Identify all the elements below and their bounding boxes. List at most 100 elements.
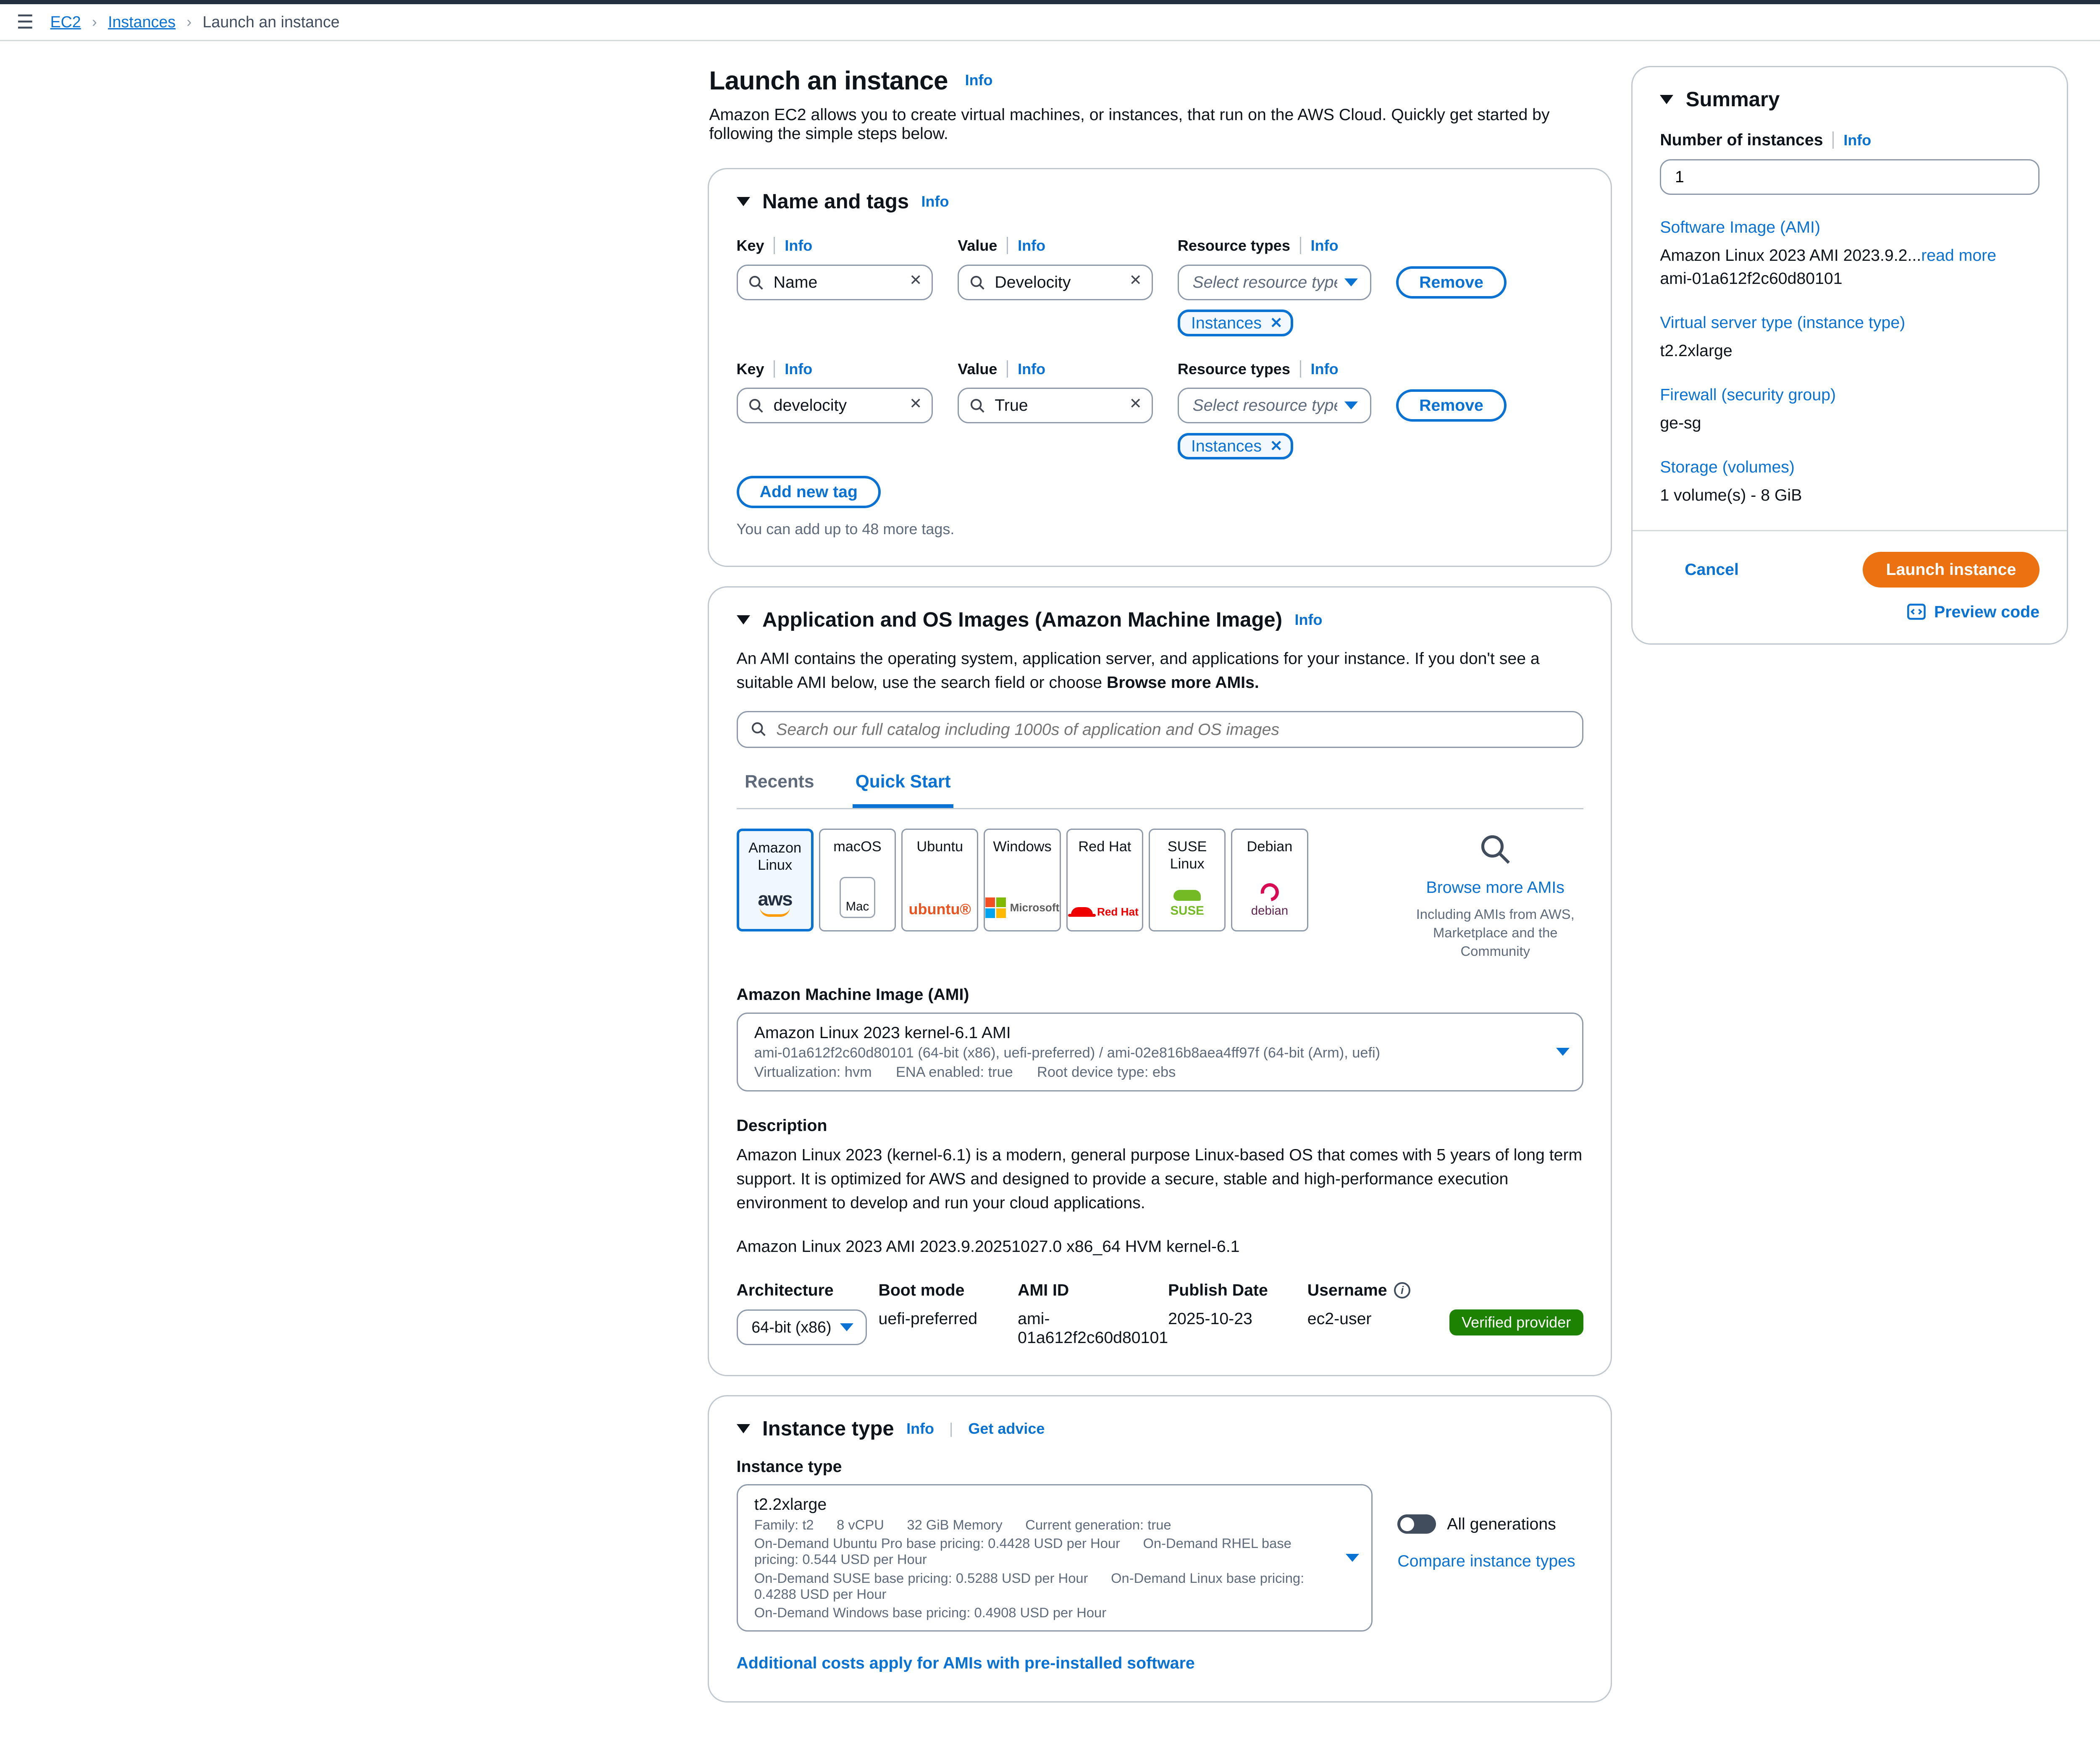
os-card-macos[interactable]: macOS Mac xyxy=(819,829,896,931)
collapse-caret-icon xyxy=(737,197,750,206)
caret-down-icon xyxy=(1346,1554,1359,1562)
remove-tag-button[interactable]: Remove xyxy=(1396,389,1507,422)
preview-code-link[interactable]: Preview code xyxy=(1934,603,2040,622)
clear-icon[interactable]: ✕ xyxy=(909,395,922,412)
resource-types-info-link[interactable]: Info xyxy=(1300,360,1339,378)
add-new-tag-button[interactable]: Add new tag xyxy=(737,476,881,508)
tab-recents[interactable]: Recents xyxy=(742,759,817,808)
toggle-knob xyxy=(1400,1517,1414,1531)
os-card-label: Ubuntu xyxy=(916,838,963,855)
all-generations-toggle[interactable] xyxy=(1397,1514,1436,1534)
value-info-link[interactable]: Info xyxy=(1007,360,1045,378)
instance-type-header[interactable]: Instance type Info | Get advice xyxy=(737,1417,1583,1440)
tag-value-field[interactable] xyxy=(958,388,1153,423)
resource-types-select[interactable]: Select resource types xyxy=(1178,265,1371,300)
software-image-link[interactable]: Software Image (AMI) xyxy=(1660,218,1820,236)
resource-types-info-link[interactable]: Info xyxy=(1300,237,1339,254)
value-column-label: Value xyxy=(958,237,997,254)
os-card-suse-linux[interactable]: SUSE Linux SUSE xyxy=(1149,829,1226,931)
summary-header[interactable]: Summary xyxy=(1660,88,2040,111)
remove-tag-button[interactable]: Remove xyxy=(1396,266,1507,299)
architecture-select[interactable]: 64-bit (x86) xyxy=(737,1309,867,1345)
os-card-amazon-linux[interactable]: Amazon Linux aws xyxy=(737,829,814,931)
storage-value: 1 volume(s) - 8 GiB xyxy=(1660,484,2040,507)
compare-instance-types-link[interactable]: Compare instance types xyxy=(1397,1552,1575,1571)
search-icon xyxy=(748,397,764,414)
resource-type-chip: Instances ✕ xyxy=(1178,310,1294,336)
clear-icon[interactable]: ✕ xyxy=(1129,395,1142,412)
ami-search-input[interactable] xyxy=(737,711,1583,748)
get-advice-link[interactable]: Get advice xyxy=(968,1420,1045,1438)
ami-catalog-search[interactable] xyxy=(737,711,1583,748)
ami-section-header[interactable]: Application and OS Images (Amazon Machin… xyxy=(737,608,1583,632)
key-info-link[interactable]: Info xyxy=(774,237,812,254)
section-info-link[interactable]: Info xyxy=(921,193,949,210)
ami-select[interactable]: Amazon Linux 2023 kernel-6.1 AMI ami-01a… xyxy=(737,1013,1583,1091)
windows-squares-icon xyxy=(985,897,1006,918)
instance-type-select[interactable]: t2.2xlarge Family: t2 8 vCPU 32 GiB Memo… xyxy=(737,1484,1373,1632)
tag-key-field[interactable] xyxy=(737,265,933,300)
number-of-instances-input[interactable] xyxy=(1660,159,2040,195)
info-link[interactable]: Info xyxy=(1832,131,1871,149)
os-card-debian[interactable]: Debian debian xyxy=(1231,829,1308,931)
section-title: Application and OS Images (Amazon Machin… xyxy=(762,608,1282,632)
section-info-link[interactable]: Info xyxy=(1295,611,1323,629)
breadcrumb-link-ec2[interactable]: EC2 xyxy=(50,13,81,31)
browse-more-amis-link[interactable]: Browse more AMIs xyxy=(1426,878,1564,897)
clear-icon[interactable]: ✕ xyxy=(909,271,922,289)
key-column-label: Key xyxy=(737,237,764,254)
tag-key-input[interactable]: ✕ xyxy=(737,388,933,423)
page-info-link[interactable]: Info xyxy=(965,71,993,89)
info-icon[interactable]: i xyxy=(1394,1282,1410,1299)
tag-key-field[interactable] xyxy=(737,388,933,423)
chip-label: Instances xyxy=(1191,437,1262,456)
debian-swirl-icon xyxy=(1257,880,1282,905)
tag-value-input[interactable]: ✕ xyxy=(958,265,1153,300)
breadcrumb-link-instances[interactable]: Instances xyxy=(108,13,176,31)
os-card-label: macOS xyxy=(833,838,882,855)
os-card-ubuntu[interactable]: Ubuntu ubuntu® xyxy=(901,829,978,931)
value-column-label: Value xyxy=(958,360,997,378)
clear-icon[interactable]: ✕ xyxy=(1129,271,1142,289)
os-card-row: Amazon Linux aws macOS Mac Ubuntu xyxy=(737,829,1583,961)
software-image-id: ami-01a612f2c60d80101 xyxy=(1660,269,1842,288)
firewall-link[interactable]: Firewall (security group) xyxy=(1660,386,1836,404)
collapse-caret-icon xyxy=(737,615,750,624)
ami-full-name: Amazon Linux 2023 AMI 2023.9.20251027.0 … xyxy=(737,1237,1583,1256)
search-icon xyxy=(748,274,764,291)
name-and-tags-header[interactable]: Name and tags Info xyxy=(737,190,1583,213)
key-info-link[interactable]: Info xyxy=(774,360,812,378)
summary-panel: Summary Number of instancesInfo Software… xyxy=(1631,66,2068,645)
virtual-server-type-link[interactable]: Virtual server type (instance type) xyxy=(1660,313,1905,332)
instance-type-pricing: On-Demand Ubuntu Pro base pricing: 0.442… xyxy=(754,1535,1331,1567)
tag-value-input[interactable]: ✕ xyxy=(958,388,1153,423)
hamburger-menu-icon[interactable]: ☰ xyxy=(16,13,34,32)
os-card-red-hat[interactable]: Red Hat Red Hat xyxy=(1066,829,1143,931)
header-divider: | xyxy=(949,1420,953,1438)
software-image-value: Amazon Linux 2023 AMI 2023.9.2... xyxy=(1660,246,1921,265)
resource-types-select[interactable]: Select resource types xyxy=(1178,388,1371,423)
chip-dismiss-icon[interactable]: ✕ xyxy=(1270,437,1283,455)
launch-instance-button[interactable]: Launch instance xyxy=(1863,552,2040,587)
breadcrumb-current: Launch an instance xyxy=(202,13,339,31)
read-more-link[interactable]: read more xyxy=(1921,246,1996,265)
browse-more-amis-emphasis: Browse more AMIs. xyxy=(1107,673,1259,692)
os-card-windows[interactable]: Windows Microsoft xyxy=(984,829,1060,931)
value-info-link[interactable]: Info xyxy=(1007,237,1045,254)
architecture-value: 64-bit (x86) xyxy=(751,1318,831,1336)
section-info-link[interactable]: Info xyxy=(906,1420,934,1438)
tab-quick-start[interactable]: Quick Start xyxy=(853,759,953,808)
aws-logo: aws xyxy=(758,888,792,917)
tag-row-headers: KeyInfo ValueInfo Resource typesInfo xyxy=(737,231,1583,256)
instance-type-pricing: On-Demand SUSE base pricing: 0.5288 USD … xyxy=(754,1570,1331,1602)
tag-key-input[interactable]: ✕ xyxy=(737,265,933,300)
browse-more-amis-caption: Including AMIs from AWS, Marketplace and… xyxy=(1407,905,1583,960)
storage-link[interactable]: Storage (volumes) xyxy=(1660,458,1795,476)
caret-down-icon xyxy=(1344,401,1358,409)
additional-costs-link[interactable]: Additional costs apply for AMIs with pre… xyxy=(737,1654,1195,1673)
tag-value-field[interactable] xyxy=(958,265,1153,300)
instance-type-specs: Family: t2 8 vCPU 32 GiB Memory Current … xyxy=(754,1517,1331,1533)
ami-field-label: Amazon Machine Image (AMI) xyxy=(737,985,1583,1004)
chip-dismiss-icon[interactable]: ✕ xyxy=(1270,314,1283,332)
cancel-button[interactable]: Cancel xyxy=(1685,560,1739,579)
